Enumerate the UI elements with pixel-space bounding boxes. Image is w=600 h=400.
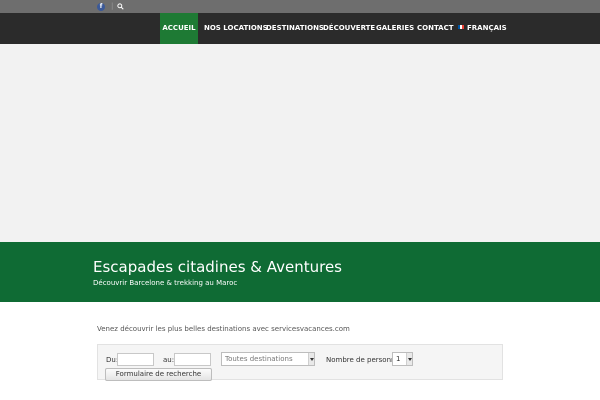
main-navigation: ACCUEIL NOS LOCATIONS DESTINATIONS DÉCOU… bbox=[0, 13, 600, 44]
nav-item-nos-locations[interactable]: NOS LOCATIONS bbox=[204, 13, 268, 44]
hero-slider bbox=[0, 44, 600, 242]
destination-select-value: Toutes destinations bbox=[225, 355, 293, 363]
search-icon[interactable] bbox=[117, 3, 124, 10]
top-bar: f | bbox=[0, 0, 600, 13]
search-submit-button[interactable]: Formulaire de recherche bbox=[105, 368, 212, 381]
facebook-icon[interactable]: f bbox=[97, 3, 105, 11]
nav-item-accueil[interactable]: ACCUEIL bbox=[160, 13, 198, 44]
destination-select[interactable]: Toutes destinations bbox=[221, 352, 315, 366]
to-date-label: au: bbox=[163, 356, 175, 364]
french-flag-icon bbox=[458, 25, 464, 29]
nav-item-language[interactable]: FRANÇAIS bbox=[458, 13, 507, 44]
nav-item-destinations[interactable]: DESTINATIONS bbox=[266, 13, 324, 44]
persons-select-value: 1 bbox=[396, 355, 401, 363]
persons-select[interactable]: 1 bbox=[392, 352, 413, 366]
from-date-input[interactable] bbox=[117, 353, 154, 366]
nav-item-galeries[interactable]: GALERIES bbox=[376, 13, 414, 44]
chevron-down-icon bbox=[308, 353, 314, 365]
page-title: Escapades citadines & Aventures bbox=[93, 258, 343, 276]
nav-item-contact[interactable]: CONTACT bbox=[417, 13, 454, 44]
topbar-separator: | bbox=[111, 2, 114, 10]
chevron-down-icon bbox=[406, 353, 412, 365]
intro-text: Venez découvrir les plus belles destinat… bbox=[97, 325, 350, 333]
nav-item-decouverte[interactable]: DÉCOUVERTE bbox=[323, 13, 375, 44]
language-label: FRANÇAIS bbox=[467, 24, 507, 32]
page-subtitle: Découvrir Barcelone & trekking au Maroc bbox=[93, 279, 238, 287]
to-date-input[interactable] bbox=[174, 353, 211, 366]
